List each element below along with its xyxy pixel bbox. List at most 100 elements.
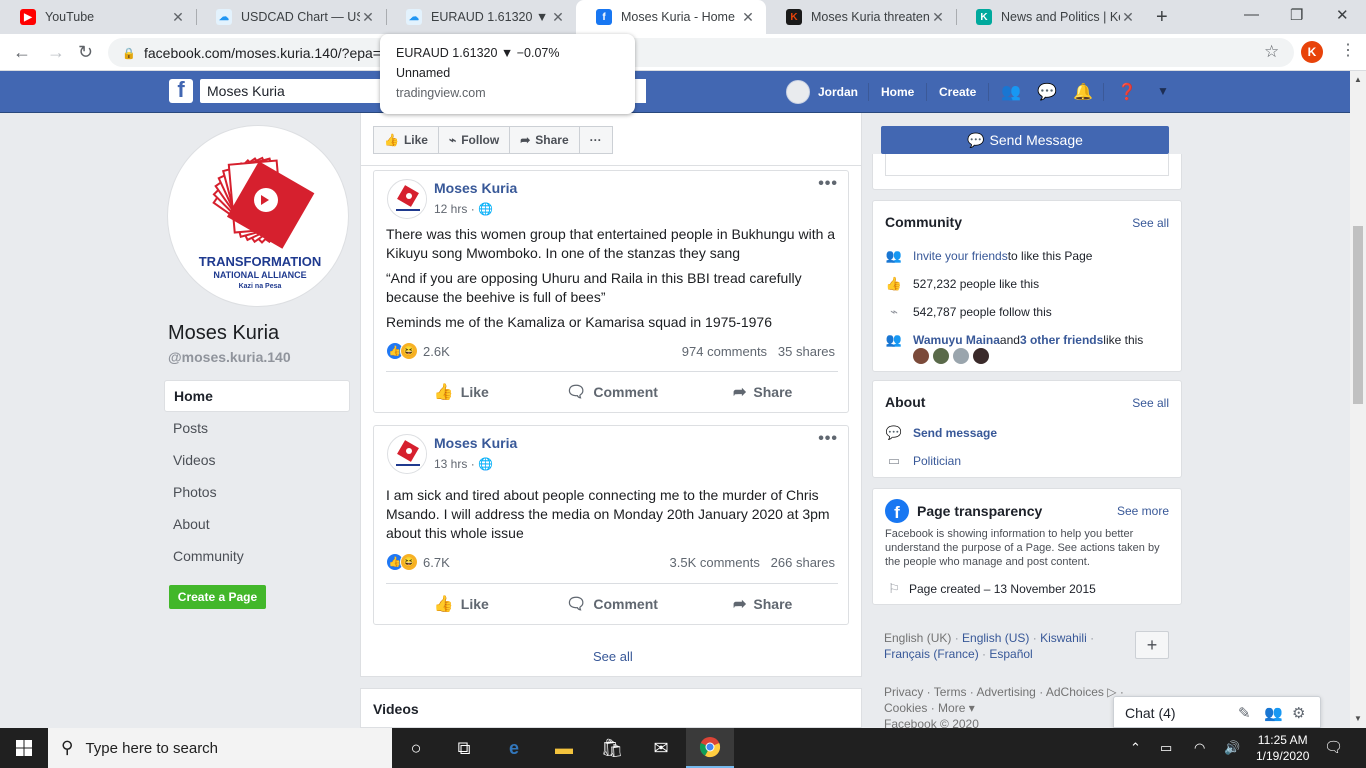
- post-timestamp[interactable]: 12 hrs · 🌐: [434, 202, 493, 216]
- page-profile-picture[interactable]: TRANSFORMATION NATIONAL ALLIANCE Kazi na…: [168, 126, 348, 306]
- notifications-icon[interactable]: 🔔: [1073, 82, 1093, 102]
- more-languages-button[interactable]: +: [1135, 631, 1169, 659]
- post-author-avatar[interactable]: [387, 179, 427, 219]
- like-page-button[interactable]: 👍 Like: [373, 126, 439, 154]
- comments-count[interactable]: 974 comments: [682, 344, 767, 359]
- sidebar-item-videos[interactable]: Videos: [164, 444, 350, 476]
- post-like-button[interactable]: 👍 Like: [386, 377, 537, 407]
- file-explorer-icon[interactable]: ▬: [540, 728, 588, 768]
- store-icon[interactable]: 🛍: [588, 728, 636, 768]
- shares-count[interactable]: 266 shares: [771, 555, 835, 570]
- page-handle[interactable]: @moses.kuria.140: [168, 349, 291, 365]
- invite-friends-link[interactable]: Invite your friends: [913, 249, 1008, 263]
- footer-advertising-link[interactable]: Advertising: [976, 685, 1035, 699]
- close-icon[interactable]: ✕: [740, 9, 756, 26]
- friend-requests-icon[interactable]: 👥: [1001, 82, 1021, 102]
- community-see-all-link[interactable]: See all: [1132, 216, 1169, 230]
- edge-icon[interactable]: e: [490, 728, 538, 768]
- scroll-down-arrow-icon[interactable]: ▼: [1354, 714, 1362, 723]
- taskbar-clock[interactable]: 11:25 AM 1/19/2020: [1256, 732, 1309, 764]
- mail-icon[interactable]: ✉: [637, 728, 685, 768]
- volume-icon[interactable]: 🔊: [1224, 740, 1240, 756]
- wifi-icon[interactable]: ◠: [1194, 740, 1205, 756]
- minimize-button[interactable]: —: [1244, 6, 1259, 23]
- language-link[interactable]: English (US): [962, 631, 1029, 645]
- battery-icon[interactable]: ▭: [1160, 740, 1172, 756]
- tab-usdcad[interactable]: ☁ USDCAD Chart — USD ✕: [196, 0, 386, 34]
- avatar[interactable]: [973, 348, 989, 364]
- close-icon[interactable]: ✕: [550, 9, 566, 26]
- group-chat-icon[interactable]: 👥: [1264, 704, 1283, 722]
- footer-more-link[interactable]: More: [938, 701, 965, 715]
- chrome-icon[interactable]: [686, 728, 734, 768]
- scroll-thumb[interactable]: [1353, 226, 1363, 404]
- footer-adchoices-link[interactable]: AdChoices: [1046, 685, 1104, 699]
- tab-news-politics[interactable]: K News and Politics | Keny ✕: [956, 0, 1146, 34]
- create-page-button[interactable]: Create a Page: [169, 585, 266, 609]
- post-options-icon[interactable]: •••: [818, 430, 838, 448]
- nav-create-link[interactable]: Create: [939, 71, 976, 113]
- footer-privacy-link[interactable]: Privacy: [884, 685, 923, 699]
- facebook-logo-icon[interactable]: f: [169, 79, 193, 103]
- forward-button[interactable]: →: [47, 42, 65, 63]
- comments-count[interactable]: 3.5K comments: [670, 555, 760, 570]
- footer-terms-link[interactable]: Terms: [934, 685, 967, 699]
- reload-button[interactable]: ↻: [78, 42, 93, 63]
- profile-link[interactable]: Jordan: [786, 71, 858, 113]
- back-button[interactable]: ←: [13, 42, 31, 63]
- close-icon[interactable]: ✕: [930, 9, 946, 26]
- transparency-see-more-link[interactable]: See more: [1117, 504, 1169, 518]
- page-search-input[interactable]: [885, 154, 1169, 176]
- avatar[interactable]: [913, 348, 929, 364]
- cortana-icon[interactable]: ○: [392, 728, 440, 768]
- share-page-button[interactable]: ➦ Share: [510, 126, 580, 154]
- address-bar[interactable]: 🔒 facebook.com/moses.kuria.140/?epa=S: [108, 38, 1294, 67]
- gear-icon[interactable]: ⚙: [1292, 704, 1305, 722]
- sidebar-item-community[interactable]: Community: [164, 540, 350, 572]
- avatar[interactable]: [953, 348, 969, 364]
- reaction-summary[interactable]: 👍 😆 6.7K: [386, 553, 450, 571]
- avatar[interactable]: [933, 348, 949, 364]
- post-share-button[interactable]: ➦ Share: [687, 377, 838, 407]
- browser-menu-icon[interactable]: ⋮: [1340, 40, 1356, 60]
- chat-bar[interactable]: Chat (4) ✎ 👥 ⚙: [1113, 696, 1321, 728]
- tab-euraud[interactable]: ☁ EURAUD 1.61320 ▼ −0 ✕: [386, 0, 576, 34]
- more-options-button[interactable]: ···: [579, 126, 613, 154]
- shares-count[interactable]: 35 shares: [778, 344, 835, 359]
- friend-name-link[interactable]: Wamuyu Maina: [913, 333, 1000, 347]
- scroll-up-arrow-icon[interactable]: ▲: [1354, 75, 1362, 84]
- post-comment-button[interactable]: 🗨 Comment: [537, 589, 688, 619]
- language-link[interactable]: Français (France): [884, 647, 979, 661]
- see-all-posts-link[interactable]: See all: [593, 649, 633, 664]
- close-icon[interactable]: ✕: [170, 9, 186, 26]
- task-view-icon[interactable]: ⧉: [440, 728, 488, 768]
- language-link[interactable]: Español: [989, 647, 1032, 661]
- post-timestamp[interactable]: 13 hrs · 🌐: [434, 457, 493, 471]
- videos-section-title[interactable]: Videos: [373, 701, 419, 717]
- sidebar-item-home[interactable]: Home: [164, 380, 350, 412]
- sidebar-item-posts[interactable]: Posts: [164, 412, 350, 444]
- about-see-all-link[interactable]: See all: [1132, 396, 1169, 410]
- show-hidden-icons[interactable]: ⌃: [1130, 740, 1141, 756]
- close-icon[interactable]: ✕: [1120, 9, 1136, 26]
- start-button[interactable]: [0, 728, 48, 768]
- post-comment-button[interactable]: 🗨 Comment: [537, 377, 688, 407]
- notifications-center-icon[interactable]: 🗨: [1324, 738, 1343, 756]
- bookmark-star-icon[interactable]: ☆: [1264, 42, 1279, 62]
- reaction-summary[interactable]: 👍 😆 2.6K: [386, 342, 450, 360]
- language-link[interactable]: Kiswahili: [1040, 631, 1087, 645]
- other-friends-link[interactable]: 3 other friends: [1020, 333, 1103, 347]
- tab-youtube[interactable]: ▶ YouTube ✕: [0, 0, 196, 34]
- post-author-avatar[interactable]: [387, 434, 427, 474]
- post-author-name[interactable]: Moses Kuria: [434, 180, 517, 196]
- account-dropdown-icon[interactable]: ▼: [1153, 84, 1173, 104]
- category-link[interactable]: Politician: [913, 454, 961, 468]
- maximize-button[interactable]: ❐: [1290, 6, 1303, 24]
- about-send-message-link[interactable]: Send message: [913, 426, 997, 440]
- post-options-icon[interactable]: •••: [818, 175, 838, 193]
- sidebar-item-about[interactable]: About: [164, 508, 350, 540]
- follow-button[interactable]: ⌁ Follow: [438, 126, 511, 154]
- nav-home-link[interactable]: Home: [881, 71, 914, 113]
- close-window-button[interactable]: ✕: [1336, 6, 1349, 24]
- tab-kenyans-article[interactable]: K Moses Kuria threatens t ✕: [766, 0, 956, 34]
